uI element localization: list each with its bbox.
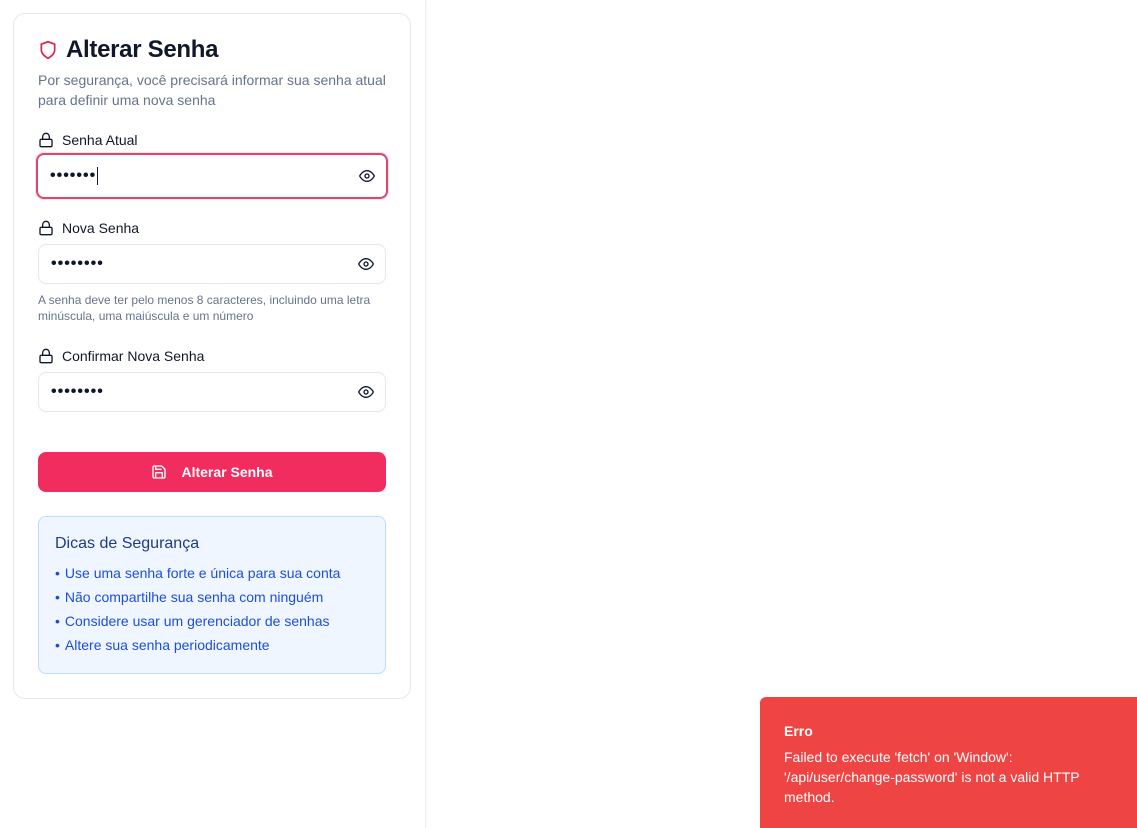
toast-title: Erro [784, 723, 813, 739]
current-password-input[interactable]: ••••••• [36, 153, 388, 199]
current-password-value: ••••••• [50, 167, 97, 184]
list-item: Não compartilhe sua senha com ninguém [55, 585, 369, 609]
change-password-card: Alterar Senha Por segurança, você precis… [13, 13, 411, 699]
confirm-password-input[interactable]: •••••••• [38, 372, 386, 412]
shield-icon [38, 40, 58, 60]
new-password-label: Nova Senha [38, 220, 139, 236]
new-password-value: •••••••• [51, 255, 104, 272]
list-item: Considere usar um gerenciador de senhas [55, 609, 369, 633]
eye-icon[interactable] [358, 256, 374, 272]
confirm-password-value: •••••••• [51, 383, 104, 400]
current-password-label-text: Senha Atual [62, 132, 138, 148]
lock-icon [39, 220, 53, 236]
save-icon [152, 465, 167, 479]
password-requirements-hint: A senha deve ter pelo menos 8 caracteres… [38, 293, 371, 323]
lock-icon [39, 132, 53, 148]
confirm-password-label: Confirmar Nova Senha [38, 348, 204, 364]
confirm-password-label-text: Confirmar Nova Senha [62, 348, 205, 364]
change-password-button-label: Alterar Senha [181, 464, 273, 480]
error-toast[interactable]: Erro Failed to execute 'fetch' on 'Windo… [760, 697, 1137, 828]
card-description: Por segurança, você precisará informar s… [38, 72, 386, 108]
left-panel: Alterar Senha Por segurança, você precis… [0, 0, 426, 828]
eye-icon[interactable] [358, 384, 374, 400]
security-tips-box: Dicas de Segurança Use uma senha forte e… [38, 516, 386, 674]
change-password-button[interactable]: Alterar Senha [38, 452, 386, 492]
new-password-label-text: Nova Senha [62, 220, 140, 236]
lock-icon [39, 348, 53, 364]
list-item: Use uma senha forte e única para sua con… [55, 561, 369, 585]
toast-message: Failed to execute 'fetch' on 'Window': '… [784, 749, 1080, 805]
card-header: Alterar Senha [38, 36, 218, 64]
text-caret [97, 167, 99, 185]
eye-icon[interactable] [359, 168, 375, 184]
page-title: Alterar Senha [66, 36, 219, 63]
security-tips-list: Use uma senha forte e única para sua con… [55, 561, 369, 657]
current-password-label: Senha Atual [38, 132, 138, 148]
list-item: Altere sua senha periodicamente [55, 633, 369, 657]
new-password-input[interactable]: •••••••• [38, 244, 386, 284]
security-tips-title: Dicas de Segurança [55, 535, 200, 552]
